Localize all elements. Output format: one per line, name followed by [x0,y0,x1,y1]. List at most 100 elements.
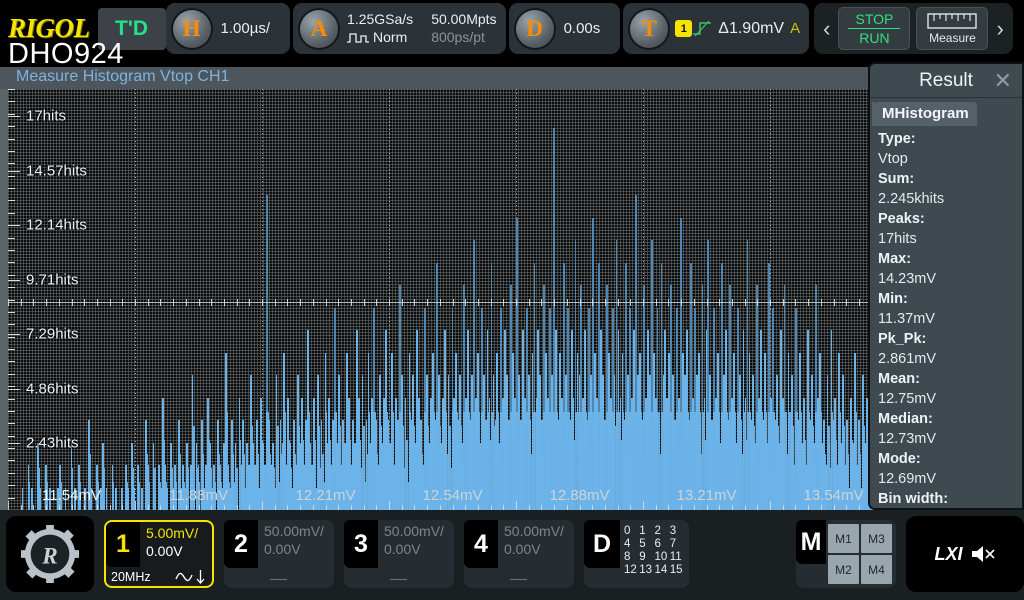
digital-channels-card[interactable]: D 0 1 2 3 4 5 6 7 8 9 10 11 12 13 14 15 [584,520,689,588]
tab-mhistogram[interactable]: MHistogram [874,102,977,126]
result-item-value: 11.37mV [878,311,935,327]
channel-disabled-indicator-3: ----- [389,570,408,586]
channel-card-4[interactable]: 4 50.00mV/0.00V ----- [464,520,574,588]
y-axis-minor-tick [8,262,15,264]
digital-line-9[interactable]: 9 [639,551,654,563]
model-name: DHO924 [8,38,124,70]
result-item-key: Pk_Pk: [878,331,927,347]
trigger-sweep-label: A [790,20,801,37]
result-item-value: 2.861mV [878,351,937,367]
result-panel-header: Result ✕ [870,64,1022,98]
y-axis-minor-tick [8,113,15,115]
delay-settings-group[interactable]: D 0.00s [508,3,621,54]
delay-knob-icon[interactable]: D [515,9,554,48]
y-axis-tick-label: 7.29hits [26,325,79,343]
close-icon[interactable]: ✕ [994,70,1012,92]
channel-card-1[interactable]: 1 5.00mV/0.00V 20MHz [104,520,214,588]
y-axis-minor-tick [8,448,15,450]
svg-text:R: R [41,544,57,570]
result-item-key: Min: [878,291,908,307]
result-item-key: Median: [878,411,933,427]
y-axis-minor-tick [8,336,15,338]
digital-line-14[interactable]: 14 [655,564,670,576]
math-slot-m3[interactable]: M3 [861,524,892,553]
channel-footer-2: ----- [224,568,334,588]
math-slot-m4[interactable]: M4 [861,555,892,584]
channel-offset-2: 0.00V [264,540,301,557]
result-item-value: 12.69mV [878,471,937,487]
speaker-mute-icon[interactable] [970,544,996,564]
result-item-key: Mode: [878,451,921,467]
y-axis-minor-tick [8,101,15,103]
channel-card-3[interactable]: 3 50.00mV/0.00V ----- [344,520,454,588]
math-slot-m1[interactable]: M1 [828,524,859,553]
result-panel-body: MHistogram Type: Vtop Sum: 2.245khits Peaks:… [870,98,1022,508]
lxi-status-card[interactable]: LXI [906,516,1024,592]
digital-line-12[interactable]: 12 [624,564,639,576]
result-item-key: Peaks: [878,211,925,227]
y-axis-minor-tick [8,188,15,190]
measure-button[interactable]: Measure [916,7,989,50]
acquire-memory-block: 50.00Mpts 800ps/pt [422,11,505,46]
y-axis-tick-label: 12.14hits [26,216,87,234]
y-axis-minor-tick [8,349,15,351]
digital-line-0[interactable]: 0 [624,525,639,537]
digital-line-15[interactable]: 15 [670,564,685,576]
rigol-gear-button[interactable]: R [6,516,94,592]
digital-line-3[interactable]: 3 [670,525,685,537]
y-axis-minor-tick [8,287,15,289]
rigol-gear-icon: R [21,525,79,583]
digital-line-8[interactable]: 8 [624,551,639,563]
digital-line-13[interactable]: 13 [639,564,654,576]
toolbar-next-arrow-icon[interactable]: › [991,17,1008,40]
digital-line-11[interactable]: 11 [670,551,685,563]
delay-value: 0.00s [563,20,601,37]
channel-footer-1: 20MHz [106,567,212,586]
trigger-knob-icon[interactable]: T [630,9,669,48]
digital-line-6[interactable]: 6 [655,538,670,550]
toolbar-prev-arrow-icon[interactable]: ‹ [818,17,835,40]
digital-line-5[interactable]: 5 [639,538,654,550]
sample-rate-value: 1.25GSa/s [347,11,414,27]
result-item-key: Sum: [878,171,915,187]
result-item-key: Bin width: [878,491,949,507]
y-axis-minor-tick [8,163,15,165]
y-axis-tick-label: 4.86hits [26,380,79,398]
acquire-settings-group[interactable]: A 1.25GSa/s Norm 50.00Mpts 800ps/pt [293,3,506,54]
digital-line-7[interactable]: 7 [670,538,685,550]
channel-card-2[interactable]: 2 50.00mV/0.00V ----- [224,520,334,588]
acquire-knob-icon[interactable]: A [300,9,339,48]
run-label: RUN [859,30,890,46]
stop-run-divider [848,28,901,29]
channel-disabled-indicator-2: ----- [269,570,288,586]
digital-line-10[interactable]: 10 [655,551,670,563]
horizontal-knob-icon[interactable]: H [172,9,211,48]
trigger-settings-group[interactable]: T 1 Δ1.90mV A [623,3,810,54]
y-axis-minor-tick [8,89,15,90]
digital-line-2[interactable]: 2 [655,525,670,537]
digital-line-1[interactable]: 1 [639,525,654,537]
lxi-label: LXI [934,543,963,564]
channel-scale-3: 50.00mV/ [384,523,444,539]
down-arrow-icon [196,569,205,584]
y-axis-minor-tick [8,138,15,140]
stop-run-button[interactable]: STOP RUN [838,7,911,50]
channel-number-4: 4 [464,520,498,568]
y-axis-minor-tick [8,485,15,487]
horizontal-settings-group[interactable]: H 1.00µs/ [165,3,291,54]
channel-disabled-indicator-4: ----- [509,570,528,586]
result-measurement-list: Type: Vtop Sum: 2.245khits Peaks: 17hits Max: 1… [870,126,1022,508]
top-toolbar: RIGOL T'D H 1.00µs/ A 1.25GSa/s Norm 50.… [0,0,1024,57]
stop-label: STOP [855,10,894,27]
y-axis-minor-tick [8,398,15,400]
x-axis-tick-label: 11.88mV [169,487,228,504]
y-axis-ticks [8,89,20,510]
digital-line-4[interactable]: 4 [624,538,639,550]
digital-line-grid: 0 1 2 3 4 5 6 7 8 9 10 11 12 13 14 15 [620,520,689,588]
channel-offset-1: 0.00V [146,542,183,559]
channel-coupling-1 [175,569,205,584]
math-card[interactable]: M M1 M3 M2 M4 [796,520,896,588]
trigger-level-value: Δ1.90mV [718,19,785,37]
result-panel[interactable]: Result ✕ MHistogram Type: Vtop Sum: 2.245kh… [868,62,1024,510]
math-slot-m2[interactable]: M2 [828,555,859,584]
